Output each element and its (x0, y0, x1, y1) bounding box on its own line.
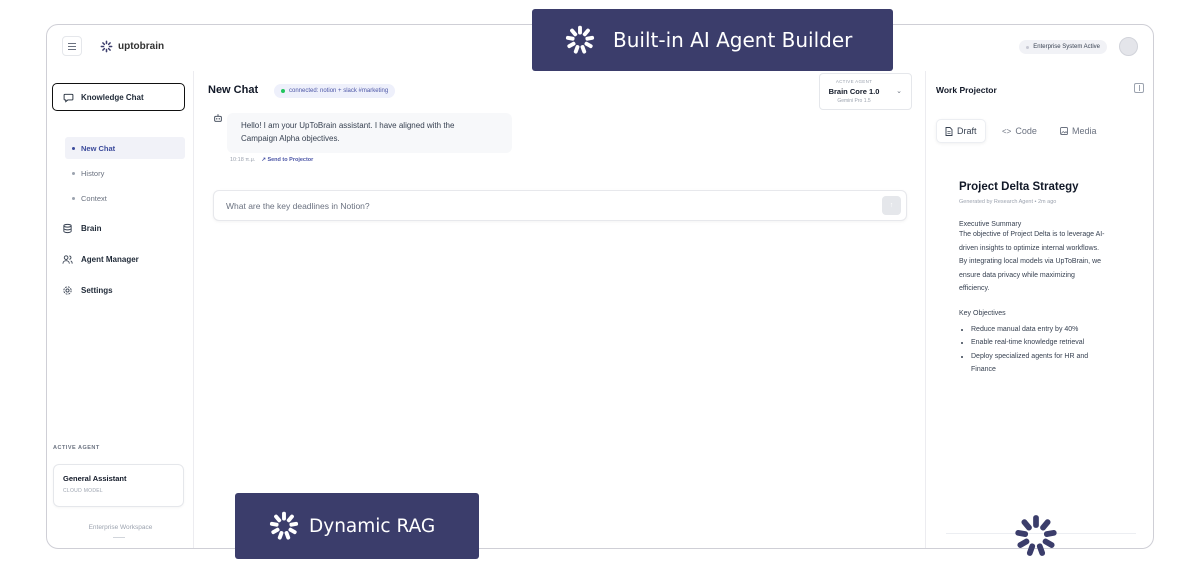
logo-text: uptobrain (118, 41, 165, 52)
message-text-line: Campaign Alpha objectives. (241, 134, 340, 143)
sidebar-subitem-history[interactable]: History (65, 162, 185, 184)
tab-label: Media (1072, 126, 1097, 136)
message-text-line: Hello! I am your UpToBrain assistant. I … (241, 121, 455, 130)
tab-draft[interactable]: Draft (936, 119, 986, 143)
summary-line: efficiency. (959, 285, 990, 292)
objectives-list: Reduce manual data entry by 40% Enable r… (959, 323, 1127, 377)
sidebar-item-knowledge-chat[interactable]: Knowledge Chat (52, 83, 185, 111)
feature-banner-dynamic-rag: Dynamic RAG (235, 493, 479, 559)
sidebar-item-label: Agent Manager (81, 255, 139, 264)
section-heading: Key Objectives (959, 309, 1006, 317)
tab-label: Code (1015, 126, 1037, 136)
status-dot-icon (1026, 45, 1030, 49)
tab-label: Draft (957, 126, 977, 136)
bullet-icon (72, 171, 75, 175)
connection-status-text: connected: notion + slack #marketing (289, 88, 389, 94)
collapse-panel-icon[interactable] (1134, 83, 1144, 93)
tab-media[interactable]: Media (1052, 119, 1105, 143)
summary-line: driven insights to optimize internal wor… (959, 244, 1100, 252)
feature-banner-agent-builder: Built-in AI Agent Builder (532, 9, 893, 71)
assistant-message-bubble: Hello! I am your UpToBrain assistant. I … (227, 113, 512, 153)
chevron-down-icon: ⌄ (896, 88, 902, 95)
bullet-icon (72, 196, 75, 200)
list-item: Reduce manual data entry by 40% (971, 323, 1127, 337)
active-agent-card[interactable]: General Assistant CLOUD MODEL (53, 464, 184, 507)
draft-document: Project Delta Strategy Generated by Rese… (959, 181, 1127, 377)
list-item: Finance (971, 366, 996, 373)
logo: uptobrain (100, 40, 164, 53)
summary-line: ensure data privacy while maximizing (959, 271, 1075, 279)
sidebar: Knowledge Chat New Chat History Context … (47, 71, 194, 548)
page-title: New Chat (208, 84, 259, 96)
uptobrain-logo-icon (269, 511, 299, 540)
document-title: Project Delta Strategy (959, 181, 1079, 193)
divider (113, 537, 125, 538)
uptobrain-logo-icon (100, 40, 113, 53)
arrow-up-right-icon: ↗ (261, 157, 266, 163)
document-icon (945, 126, 953, 136)
bot-icon (214, 114, 222, 122)
enterprise-status-badge: Enterprise System Active (1019, 40, 1107, 54)
subitem-label: Context (81, 193, 107, 203)
workspace-label: Enterprise Workspace (88, 524, 153, 531)
section-heading: Executive Summary (959, 221, 1022, 228)
banner-text: Built-in AI Agent Builder (613, 28, 853, 52)
sidebar-subitem-new-chat[interactable]: New Chat (65, 137, 185, 159)
chat-area: New Chat connected: notion + slack #mark… (194, 71, 925, 548)
connection-status-badge: connected: notion + slack #marketing (274, 84, 396, 98)
message-meta: 10:18 π.μ. ↗ Send to Projector (230, 157, 313, 163)
dropdown-value: Brain Core 1.0 (828, 87, 880, 96)
sidebar-item-label: Settings (81, 286, 113, 295)
dropdown-label: ACTIVE AGENT (835, 79, 873, 84)
active-agent-section-title: ACTIVE AGENT (53, 445, 100, 451)
users-icon (62, 255, 73, 264)
hamburger-menu-icon[interactable] (62, 36, 82, 56)
app-window: uptobrain Enterprise System Active Knowl… (46, 24, 1154, 549)
sidebar-item-settings[interactable]: Settings (62, 285, 113, 296)
sidebar-item-brain[interactable]: Brain (62, 223, 101, 234)
list-item: Deploy specialized agents for HR and (971, 350, 1127, 364)
sidebar-subitem-context[interactable]: Context (65, 187, 185, 209)
arrow-up-icon: ↑ (889, 202, 894, 209)
subitem-label: History (81, 168, 105, 178)
uptobrain-logo-icon (565, 25, 595, 54)
active-agent-type: CLOUD MODEL (63, 488, 103, 494)
enterprise-status-text: Enterprise System Active (1033, 44, 1100, 50)
chat-input[interactable] (213, 190, 907, 221)
gear-icon (63, 286, 72, 295)
subitem-label: New Chat (81, 143, 116, 153)
sidebar-item-label: Knowledge Chat (81, 92, 144, 102)
image-icon (1060, 127, 1068, 135)
work-projector-panel: Work Projector Draft <> Code Media Proje… (925, 71, 1153, 548)
list-item: Enable real-time knowledge retrieval (971, 336, 1127, 350)
dropdown-subtitle: Gemini Pro 1.5 (837, 98, 871, 104)
database-icon (63, 223, 72, 234)
uptobrain-logo-icon (1015, 515, 1057, 556)
summary-line: By integrating local models via UpToBrai… (959, 258, 1102, 265)
message-timestamp: 10:18 π.μ. (230, 157, 256, 163)
panel-title: Work Projector (936, 85, 997, 95)
active-agent-dropdown[interactable]: ACTIVE AGENT Brain Core 1.0 Gemini Pro 1… (819, 73, 912, 110)
send-button[interactable]: ↑ (882, 196, 901, 215)
banner-text: Dynamic RAG (309, 515, 436, 537)
sidebar-item-label: Brain (81, 224, 102, 233)
sidebar-item-agent-manager[interactable]: Agent Manager (62, 254, 139, 265)
code-icon: <> (1002, 126, 1012, 136)
tab-code[interactable]: <> Code (994, 119, 1045, 143)
send-to-projector-label: Send to Projector (267, 157, 314, 163)
bullet-icon (72, 146, 75, 150)
summary-line: The objective of Project Delta is to lev… (959, 231, 1105, 238)
connected-dot-icon (281, 89, 285, 93)
avatar[interactable] (1119, 37, 1138, 56)
document-meta: Generated by Research Agent • 2m ago (959, 199, 1057, 205)
active-agent-name: General Assistant (63, 474, 127, 483)
send-to-projector-link[interactable]: ↗ Send to Projector (261, 157, 313, 163)
chat-bubble-icon (63, 93, 74, 103)
